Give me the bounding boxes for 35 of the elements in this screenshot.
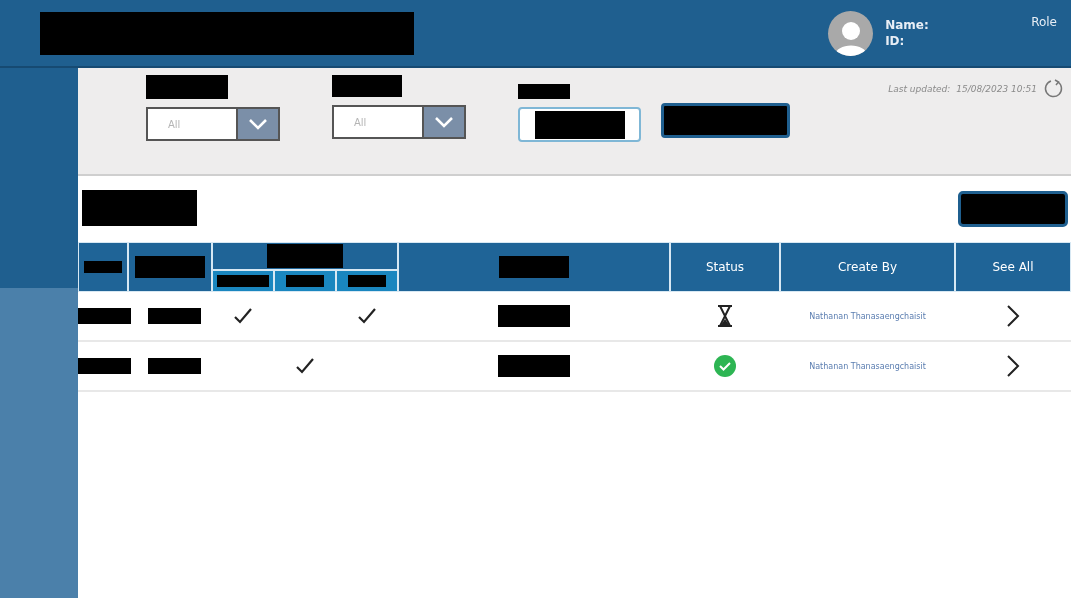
chevron-right-icon[interactable] [1006, 304, 1020, 328]
column-header: See All [955, 242, 1071, 292]
dropdown-field[interactable]: All [332, 105, 466, 139]
chevron-down-icon [434, 116, 454, 128]
redacted-block [135, 256, 205, 278]
creator-name: Nathanan Thanasaengchaisit [809, 311, 926, 321]
redacted-block [498, 305, 570, 327]
redacted-button[interactable] [661, 103, 790, 138]
redacted-block [148, 308, 201, 324]
dropdown-field[interactable]: All [146, 107, 280, 141]
redacted-block [518, 84, 570, 99]
input-field[interactable] [518, 107, 641, 142]
redacted-block [498, 355, 570, 377]
role-label: Role [1031, 15, 1057, 29]
redacted-block [348, 275, 386, 287]
chevron-down-icon [248, 118, 268, 130]
redacted-block [148, 358, 201, 374]
redacted-block [78, 308, 131, 324]
redacted-block [84, 261, 122, 273]
redacted-block [78, 358, 131, 374]
column-header: Status [670, 242, 780, 292]
redacted-block [286, 275, 324, 287]
chevron-right-icon[interactable] [1006, 354, 1020, 378]
redacted-block [332, 75, 402, 97]
column-header: Create By [780, 242, 955, 292]
refresh-icon[interactable] [1043, 78, 1065, 100]
avatar-icon [828, 10, 874, 56]
id-label: ID: [885, 34, 906, 48]
redacted-block [499, 256, 569, 278]
redacted-button[interactable] [958, 191, 1068, 227]
last-updated-label: Last updated: [888, 84, 951, 94]
last-updated-time: 15/08/2023 10:51 [956, 84, 1037, 94]
redacted-block [217, 275, 269, 287]
creator-name: Nathanan Thanasaengchaisit [809, 361, 926, 371]
name-label: Name: [885, 18, 930, 32]
